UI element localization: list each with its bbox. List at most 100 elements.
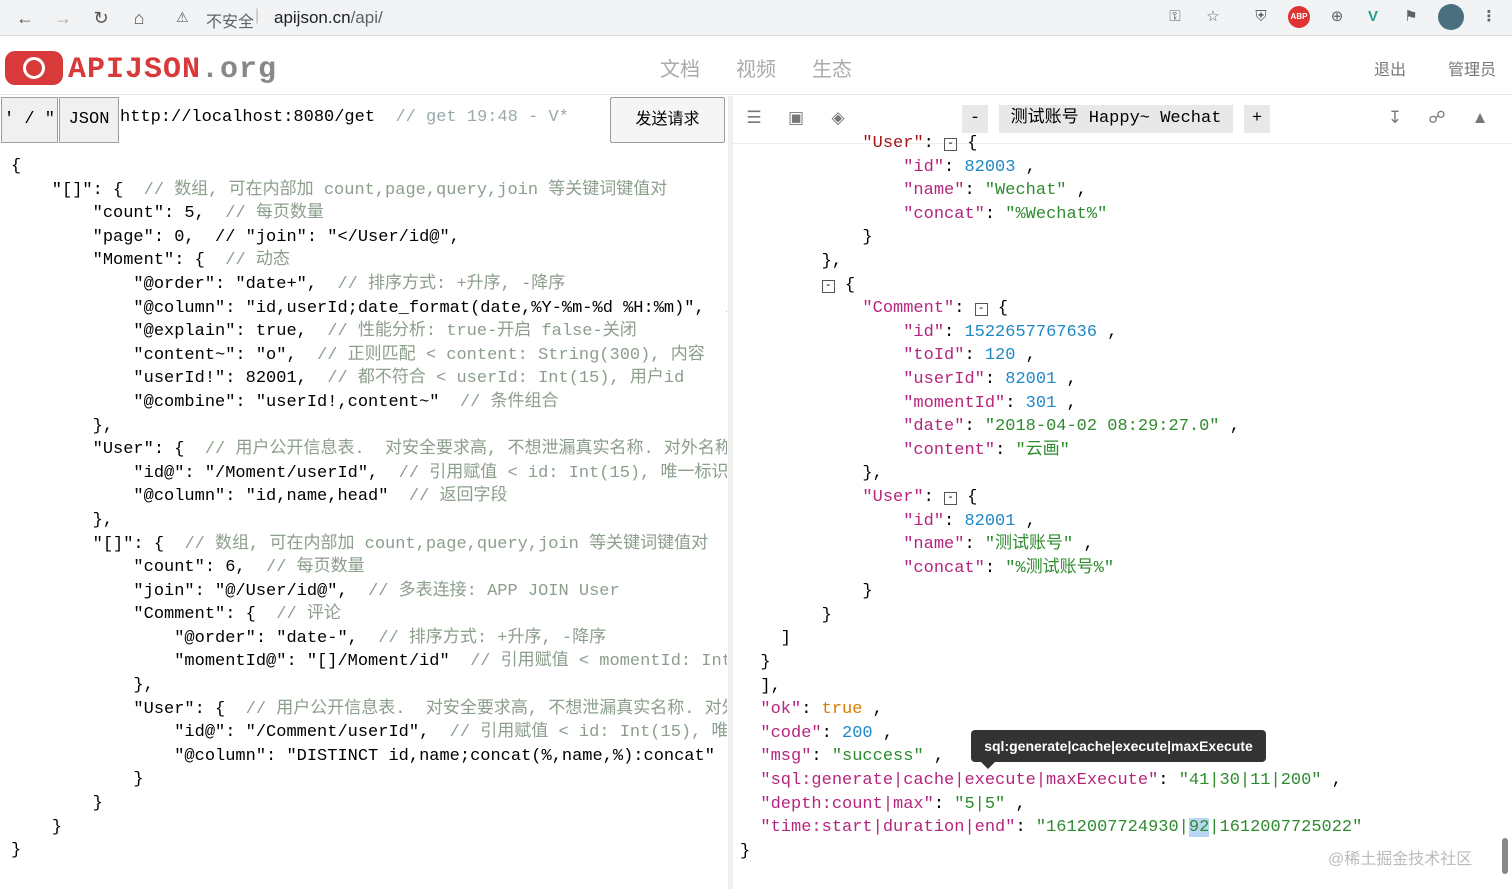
admin-link[interactable]: 管理员: [1448, 56, 1496, 80]
code-text: "count": 6,: [11, 558, 267, 578]
nav-ecosystem[interactable]: 生态: [812, 53, 852, 82]
json-line: "toId": 120 ,: [903, 346, 1036, 366]
browser-menu-icon[interactable]: ⋮: [1478, 6, 1500, 28]
response-json-viewer: "User": - { "id": 82003 , "name": "Wecha…: [740, 132, 1500, 882]
json-line: "sql:generate|cache|execute|maxExecute":…: [760, 771, 1342, 791]
address-url: apijson.cn/api/: [274, 8, 383, 27]
bookmark-star-icon[interactable]: ☆: [1202, 6, 1224, 28]
json-line: "id": 82001 ,: [903, 511, 1036, 531]
share-icon[interactable]: ☍: [1426, 107, 1448, 129]
json-line: "userId": 82001 ,: [903, 369, 1077, 389]
code-text: "momentId@": "[]/Moment/id": [11, 652, 471, 672]
watermark: @稀土掘金技术社区: [1328, 851, 1473, 868]
code-line: "id@": "/Comment/userId", // 引用赋值 < id: …: [11, 721, 727, 745]
back-icon[interactable]: ←: [12, 5, 38, 31]
collapse-toggle-icon[interactable]: -: [821, 279, 835, 293]
send-request-button[interactable]: 发送请求: [610, 97, 725, 143]
code-comment: // 每页数量: [266, 558, 365, 578]
address-bar[interactable]: ⚠ 不安全 | apijson.cn/api/: [162, 3, 1232, 33]
json-line: "date": "2018-04-02 08:29:27.0" ,: [903, 417, 1240, 437]
json-line: "name": "测试账号" ,: [903, 535, 1094, 555]
nav-docs[interactable]: 文档: [660, 53, 700, 82]
split-quote-button[interactable]: ' / ": [1, 97, 58, 143]
code-line: "count": 5, // 每页数量: [11, 202, 727, 226]
json-line: },: [740, 464, 883, 484]
code-text: "@combine": "userId!,content~": [11, 392, 460, 412]
code-comment: // 排序方式: +升序, -降序: [378, 628, 607, 648]
code-line: "momentId@": "[]/Moment/id" // 引用赋值 < mo…: [11, 650, 727, 674]
json-line: "ok": true ,: [760, 700, 883, 720]
collapse-toggle-icon[interactable]: -: [944, 138, 958, 151]
code-text: "count": 5,: [11, 204, 226, 224]
shirt-icon[interactable]: ▲: [1469, 107, 1491, 129]
code-line: "@explain": true, // 性能分析: true-开启 false…: [11, 320, 727, 344]
forward-icon[interactable]: →: [50, 5, 76, 31]
json-line: "concat": "%Wechat%": [903, 204, 1108, 224]
puzzle-extensions-icon[interactable]: ⚑: [1400, 6, 1422, 28]
code-text: "page": 0, // "join": "</User/id@",: [11, 227, 460, 247]
logo-text[interactable]: APIJSON.org: [68, 53, 277, 87]
code-line: "@combine": "userId!,content~" // 条件组合: [11, 391, 727, 415]
json-line: "User": - {: [862, 487, 978, 507]
json-line: ],: [740, 676, 781, 696]
json-line: }: [740, 653, 771, 673]
logo-icon: [5, 51, 63, 85]
code-comment: // 排序方式: +升序, -降序: [337, 274, 566, 294]
code-line: "@column": "DISTINCT id,name;concat(%,na…: [11, 745, 727, 769]
scrollbar[interactable]: [1502, 838, 1508, 874]
save-icon[interactable]: ▣: [785, 107, 807, 129]
code-text: "User": {: [11, 440, 205, 460]
circle-extension-icon[interactable]: ⊕: [1326, 6, 1348, 28]
logout-link[interactable]: 退出: [1374, 56, 1406, 80]
code-comment: // 数组, 可在内部加 count,page,query,join 等关键词键…: [143, 180, 668, 200]
site-header: APIJSON.org 文档 视频 生态 退出 管理员: [0, 37, 1512, 95]
collapse-toggle-icon[interactable]: -: [944, 491, 958, 505]
nav-video[interactable]: 视频: [736, 53, 776, 82]
json-line: - {: [740, 274, 1500, 298]
code-line: "User": { // 用户公开信息表. 对安全要求高, 不想泄漏真实名称. …: [11, 438, 727, 462]
panel-divider[interactable]: [728, 96, 733, 889]
account-plus-button[interactable]: +: [1244, 105, 1270, 133]
code-comment: // 用户公开信息表. 对安全要求高, 不想泄漏真实名称. 对外名称为: [204, 440, 727, 460]
json-line: "id": 82003 ,: [903, 157, 1036, 177]
code-comment: // 引用赋值 < id: Int(15), 唯一: [449, 723, 727, 743]
code-text: "Comment": {: [11, 605, 277, 625]
code-line: "content~": "o", // 正则匹配 < content: Stri…: [11, 344, 727, 368]
code-text: "User": {: [11, 699, 246, 719]
format-list-icon[interactable]: ☰: [743, 107, 765, 129]
account-selector[interactable]: 测试账号 Happy~ Wechat: [999, 105, 1233, 133]
code-line: }: [11, 816, 727, 840]
code-comment: // 每页数量: [225, 204, 324, 224]
adblock-extension-icon[interactable]: ABP: [1288, 6, 1310, 28]
code-line: "[]": { // 数组, 可在内部加 count,page,query,jo…: [11, 533, 727, 557]
code-text: "[]": {: [11, 180, 144, 200]
code-line: },: [11, 674, 727, 698]
profile-avatar[interactable]: [1438, 4, 1464, 30]
key-icon[interactable]: ⚿: [1164, 6, 1186, 28]
code-line: }: [11, 768, 727, 792]
request-url-input[interactable]: http://localhost:8080/get // get 19:48 -…: [120, 108, 569, 127]
code-line: "page": 0, // "join": "</User/id@",: [11, 226, 727, 250]
code-comment: // 动态: [225, 251, 290, 271]
reload-icon[interactable]: ↻: [88, 5, 114, 31]
shield-extension-icon[interactable]: ⛨: [1250, 6, 1272, 28]
code-text: "join": "@/User/id@",: [11, 581, 369, 601]
request-json-editor[interactable]: { "[]": { // 数组, 可在内部加 count,page,query,…: [11, 155, 727, 885]
download-icon[interactable]: ↧: [1384, 107, 1406, 129]
code-comment: // 数组, 可在内部加 count,page,query,join 等关键词键…: [184, 534, 709, 554]
code-line: {: [11, 155, 727, 179]
home-icon[interactable]: ⌂: [126, 5, 152, 31]
code-comment: // 多表连接: APP JOIN User: [368, 581, 620, 601]
json-line: "time:start|duration|end": "161200772493…: [760, 818, 1363, 838]
code-line: "[]": { // 数组, 可在内部加 count,page,query,jo…: [11, 179, 727, 203]
vue-extension-icon[interactable]: V: [1362, 6, 1384, 28]
code-line: "@column": "id,userId;date_format(date,%…: [11, 297, 727, 321]
format-json-button[interactable]: JSON: [59, 97, 119, 143]
layers-icon[interactable]: ◈: [827, 107, 849, 129]
address-separator: |: [255, 7, 260, 24]
collapse-toggle-icon[interactable]: -: [974, 303, 988, 317]
code-text: "[]": {: [11, 534, 185, 554]
code-line: }: [11, 792, 727, 816]
code-text: "@column": "id,name,head": [11, 487, 409, 507]
account-minus-button[interactable]: -: [962, 105, 988, 133]
